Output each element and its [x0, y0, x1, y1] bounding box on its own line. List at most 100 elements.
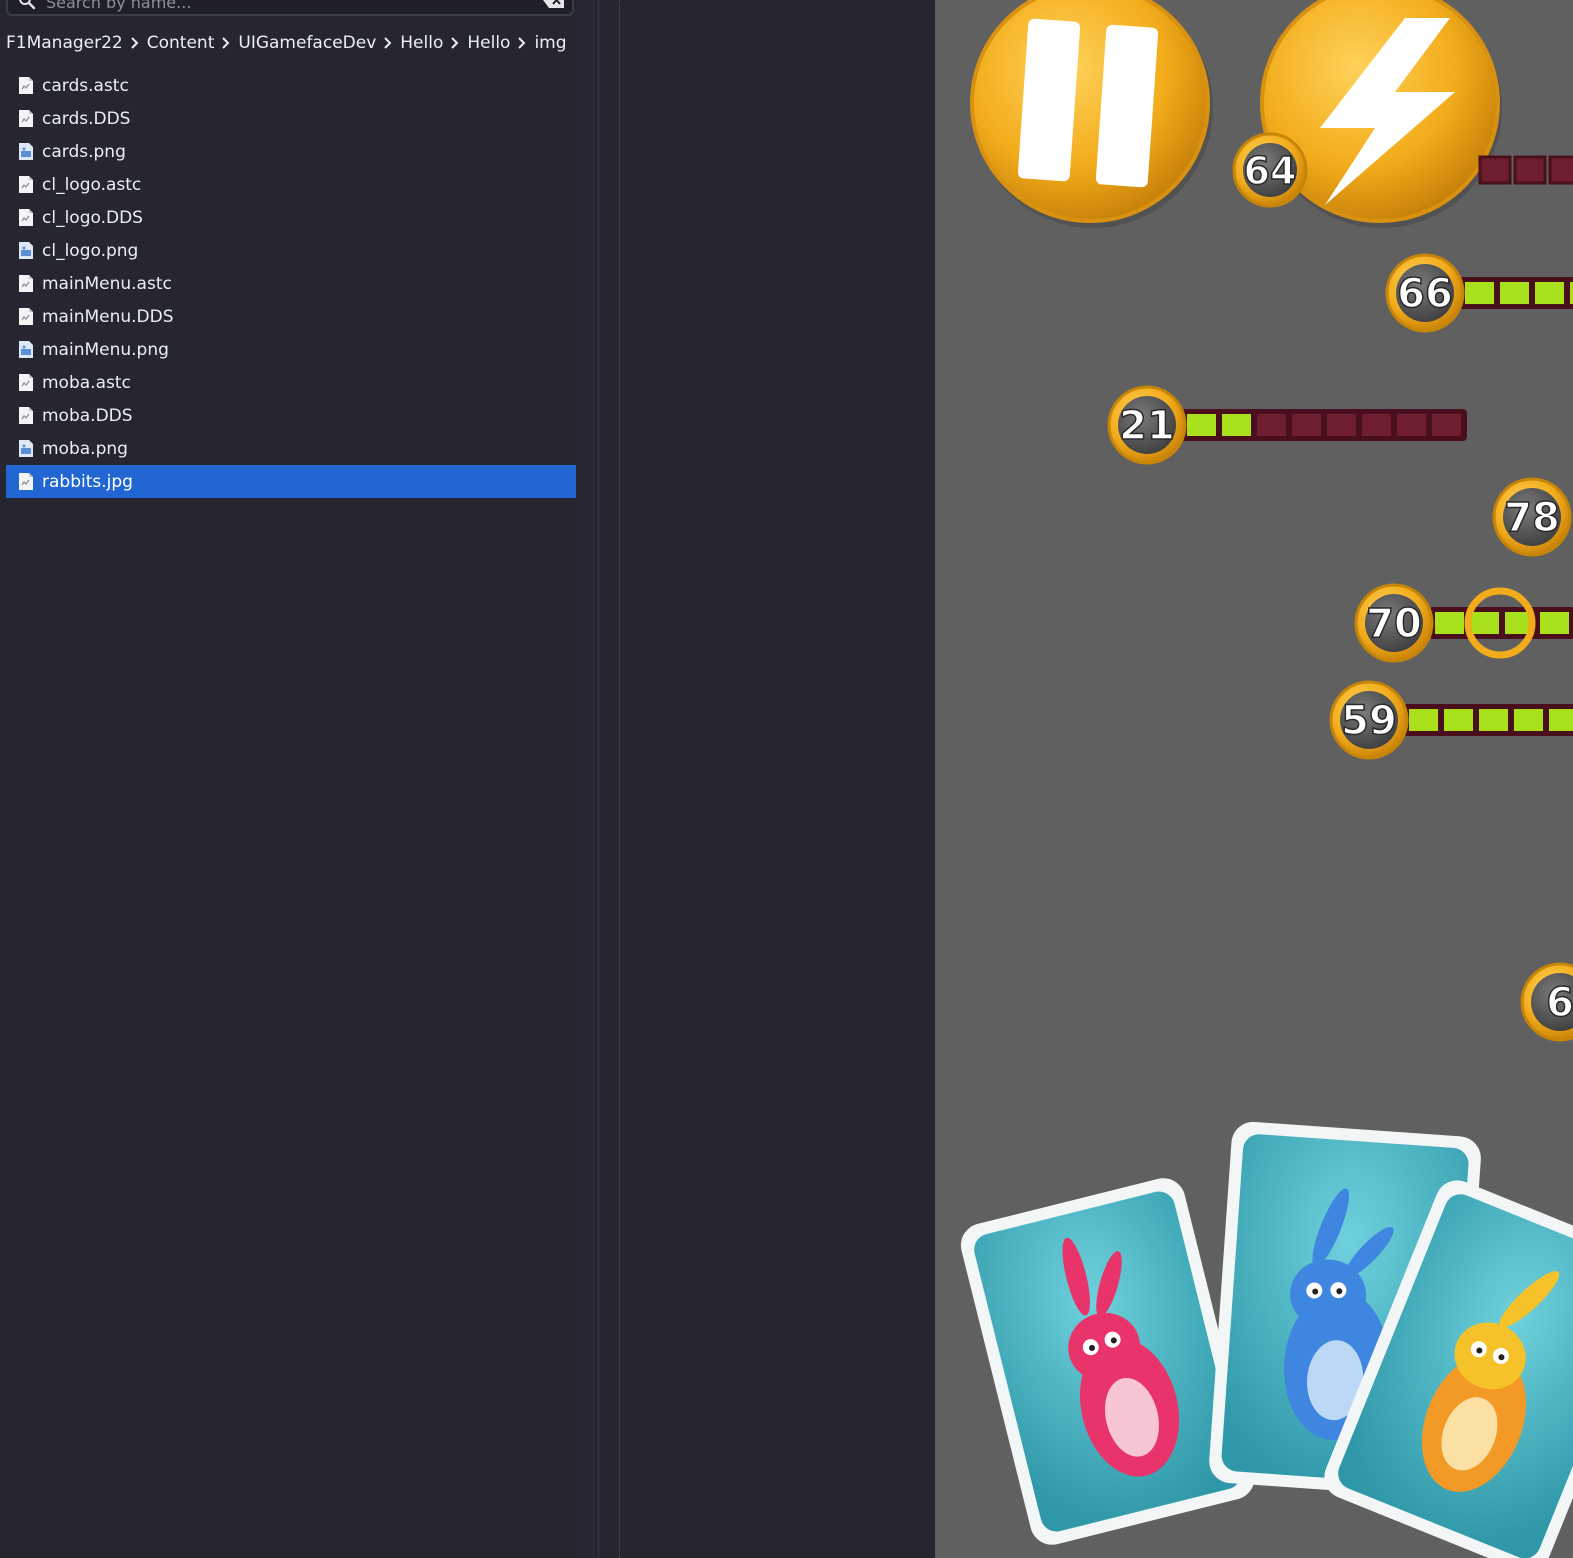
file-item[interactable]: moba.png — [6, 432, 576, 465]
file-icon — [19, 374, 33, 391]
file-name: cl_logo.DDS — [42, 207, 143, 228]
progress-cell — [1432, 414, 1461, 436]
search-input[interactable] — [44, 0, 528, 16]
progress-bar — [1459, 277, 1573, 309]
file-name: moba.astc — [42, 372, 131, 393]
file-name: cards.astc — [42, 75, 129, 96]
breadcrumb-item[interactable]: img — [534, 33, 566, 53]
progress-cell — [1187, 414, 1216, 436]
preview-margin — [600, 0, 935, 1558]
file-icon — [19, 308, 33, 325]
file-item[interactable]: cards.DDS — [6, 102, 576, 135]
level-badge: 70 — [1354, 583, 1434, 663]
file-item[interactable]: moba.DDS — [6, 399, 576, 432]
image-file-icon — [19, 440, 33, 457]
progress-cell — [1409, 709, 1438, 731]
level-badge: 6 — [1520, 962, 1573, 1042]
pause-button-graphic — [970, 0, 1213, 228]
file-name: cards.DDS — [42, 108, 131, 129]
level-badge: 21 — [1107, 385, 1187, 465]
search-box — [6, 0, 574, 16]
file-list-scrollbar[interactable] — [576, 0, 596, 1558]
file-item[interactable]: moba.astc — [6, 366, 576, 399]
progress-cell — [1500, 282, 1529, 304]
file-name: mainMenu.png — [42, 339, 169, 360]
rabbits-image: 64 66 21 78 70 59 6 — [960, 0, 1573, 1558]
progress-cell — [1479, 709, 1508, 731]
file-icon — [19, 77, 33, 94]
image-file-icon — [19, 242, 33, 259]
file-item[interactable]: cards.astc — [6, 69, 576, 102]
progress-cell — [1222, 414, 1251, 436]
level-badge: 66 — [1385, 253, 1465, 333]
guide-line — [619, 0, 620, 1558]
chevron-right-icon — [451, 37, 459, 49]
badge-label: 59 — [1341, 698, 1397, 744]
level-badge: 59 — [1329, 680, 1409, 760]
file-name: cards.png — [42, 141, 126, 162]
file-item[interactable]: cl_logo.astc — [6, 168, 576, 201]
file-item[interactable]: cl_logo.DDS — [6, 201, 576, 234]
level-badge: 64 — [1232, 132, 1308, 208]
file-item[interactable]: mainMenu.png — [6, 333, 576, 366]
progress-cell — [1397, 414, 1426, 436]
image-file-icon — [19, 341, 33, 358]
progress-bar — [1181, 409, 1467, 441]
breadcrumb-item[interactable]: Hello — [400, 33, 443, 53]
badge-label: 66 — [1397, 271, 1453, 317]
breadcrumb-item[interactable]: F1Manager22 — [6, 33, 123, 53]
progress-bar — [1403, 704, 1573, 736]
badge-label: 78 — [1504, 495, 1560, 541]
file-icon — [19, 407, 33, 424]
progress-cell — [1465, 282, 1494, 304]
file-icon — [19, 275, 33, 292]
progress-cell — [1362, 414, 1391, 436]
progress-cell — [1444, 709, 1473, 731]
file-name: cl_logo.png — [42, 240, 139, 261]
file-name: moba.DDS — [42, 405, 133, 426]
file-item[interactable]: cl_logo.png — [6, 234, 576, 267]
file-icon — [19, 473, 33, 490]
breadcrumb-item[interactable]: Hello — [467, 33, 510, 53]
image-preview: 64 66 21 78 70 59 6 — [935, 0, 1573, 1558]
file-item[interactable]: mainMenu.DDS — [6, 300, 576, 333]
search-icon — [19, 0, 36, 10]
breadcrumb-item[interactable]: Content — [147, 33, 215, 53]
file-name: rabbits.jpg — [42, 471, 133, 492]
chevron-right-icon — [518, 37, 526, 49]
badge-label: 21 — [1119, 403, 1175, 449]
breadcrumb-item[interactable]: UIGamefaceDev — [238, 33, 376, 53]
file-name: moba.png — [42, 438, 128, 459]
card-pink-rabbit — [960, 1178, 1255, 1545]
progress-cell — [1540, 612, 1569, 634]
progress-bar — [1478, 155, 1573, 185]
progress-cell — [1327, 414, 1356, 436]
file-item[interactable]: mainMenu.astc — [6, 267, 576, 300]
progress-cell — [1470, 612, 1499, 634]
level-badge: 78 — [1492, 477, 1572, 557]
breadcrumb: F1Manager22 Content UIGamefaceDev Hello Hell… — [6, 30, 567, 56]
file-item[interactable]: rabbits.jpg — [6, 465, 576, 498]
progress-bar — [1429, 607, 1573, 639]
badge-label: 6 — [1546, 980, 1573, 1026]
file-item[interactable]: cards.png — [6, 135, 576, 168]
file-icon — [19, 209, 33, 226]
chevron-right-icon — [222, 37, 230, 49]
file-list: cards.astc cards.DDS cards.png cl_logo.astc… — [6, 69, 576, 498]
image-file-icon — [19, 143, 33, 160]
file-icon — [19, 176, 33, 193]
badge-label: 64 — [1244, 149, 1297, 193]
file-browser-panel: F1Manager22 Content UIGamefaceDev Hello Hell… — [0, 0, 596, 1558]
progress-cell — [1514, 709, 1543, 731]
chevron-right-icon — [384, 37, 392, 49]
badge-label: 70 — [1366, 601, 1422, 647]
file-name: mainMenu.DDS — [42, 306, 174, 327]
progress-cell — [1257, 414, 1286, 436]
progress-cell — [1535, 282, 1564, 304]
chevron-right-icon — [131, 37, 139, 49]
progress-cell — [1549, 709, 1573, 731]
file-name: cl_logo.astc — [42, 174, 142, 195]
clear-search-icon[interactable] — [542, 0, 566, 10]
progress-cell — [1435, 612, 1464, 634]
progress-cell — [1292, 414, 1321, 436]
